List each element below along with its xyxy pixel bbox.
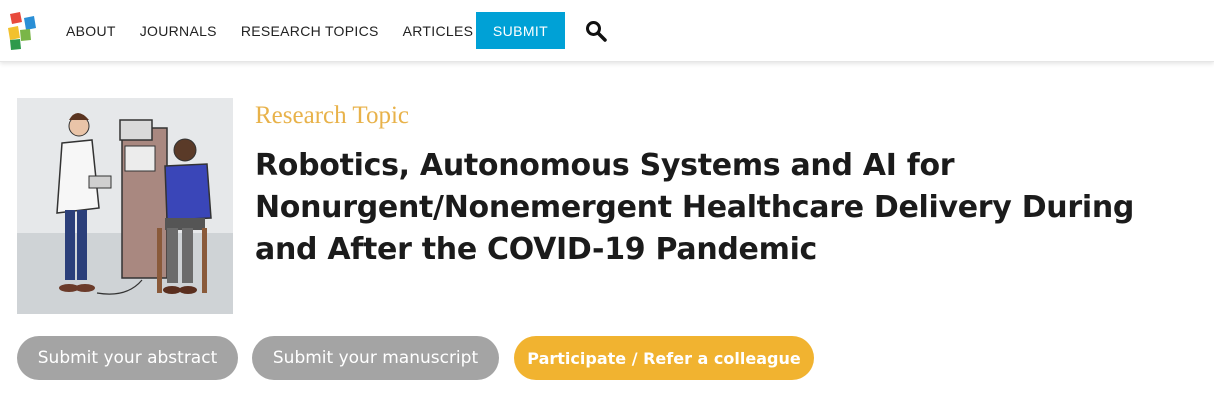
submit-abstract-button[interactable]: Submit your abstract bbox=[17, 336, 238, 380]
participate-refer-button[interactable]: Participate / Refer a colleague bbox=[514, 336, 814, 380]
top-navigation-bar: ABOUT JOURNALS RESEARCH TOPICS ARTICLES … bbox=[0, 0, 1214, 62]
main-nav: ABOUT JOURNALS RESEARCH TOPICS ARTICLES bbox=[66, 0, 497, 62]
telehealth-illustration bbox=[17, 98, 233, 314]
search-icon[interactable] bbox=[585, 20, 607, 42]
submit-manuscript-button[interactable]: Submit your manuscript bbox=[252, 336, 499, 380]
submit-button[interactable]: SUBMIT bbox=[476, 12, 565, 49]
page-title: Robotics, Autonomous Systems and AI for … bbox=[255, 148, 1135, 267]
nav-journals[interactable]: JOURNALS bbox=[140, 23, 217, 39]
nav-research-topics[interactable]: RESEARCH TOPICS bbox=[241, 23, 379, 39]
frontiers-logo-icon[interactable] bbox=[6, 12, 40, 50]
research-topic-label: Research Topic bbox=[255, 102, 409, 129]
nav-articles[interactable]: ARTICLES bbox=[403, 23, 474, 39]
nav-about[interactable]: ABOUT bbox=[66, 23, 116, 39]
